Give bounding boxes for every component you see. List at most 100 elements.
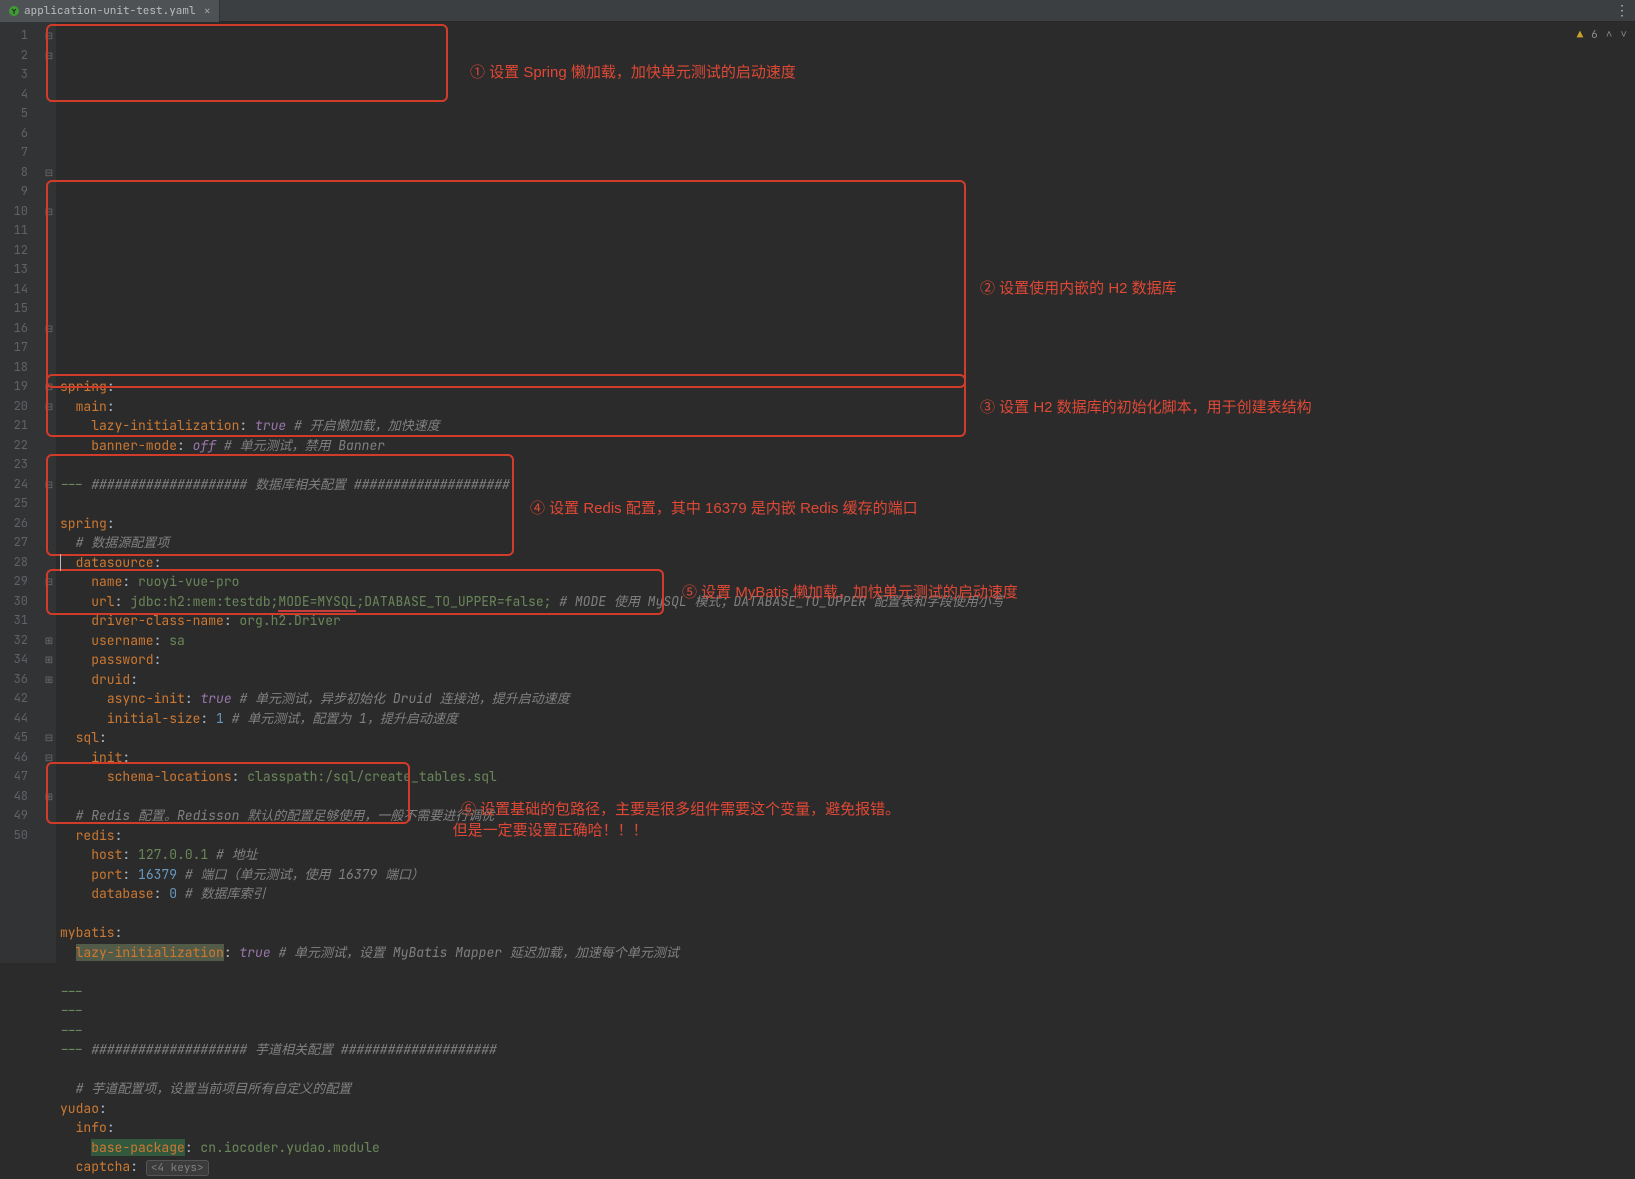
code-line[interactable]: captcha: <4 keys> — [56, 1157, 1635, 1177]
fold-toggle[interactable]: ⊟ — [42, 748, 56, 768]
line-number: 26 — [0, 514, 42, 534]
tab-menu-icon[interactable]: ⋮ — [1609, 2, 1635, 20]
code-line[interactable]: info: — [56, 1118, 1635, 1138]
fold-gutter[interactable]: ⊟⊟⊟⊟⊟⊟⊟⊟⊟⊞⊞⊞⊟⊟⊞ — [42, 22, 56, 963]
fold-toggle[interactable]: ⊟ — [42, 26, 56, 46]
fold-toggle[interactable]: ⊟ — [42, 377, 56, 397]
fold-toggle[interactable]: ⊞ — [42, 631, 56, 651]
fold-toggle — [42, 299, 56, 319]
fold-toggle[interactable]: ⊞ — [42, 787, 56, 807]
line-number: 23 — [0, 455, 42, 475]
code-line[interactable]: --- — [56, 982, 1635, 1002]
code-line[interactable]: host: 127.0.0.1 # 地址 — [56, 845, 1635, 865]
code-line[interactable] — [56, 787, 1635, 807]
code-line[interactable]: driver-class-name: org.h2.Driver — [56, 611, 1635, 631]
code-line[interactable]: --- #################### 芋道相关配置 ########… — [56, 1040, 1635, 1060]
code-line[interactable]: spring: — [56, 514, 1635, 534]
code-line[interactable] — [56, 1060, 1635, 1080]
code-line[interactable]: banner-mode: off # 单元测试，禁用 Banner — [56, 436, 1635, 456]
code-line[interactable] — [56, 904, 1635, 924]
code-line[interactable]: redis: — [56, 826, 1635, 846]
code-line[interactable]: mybatis: — [56, 923, 1635, 943]
fold-toggle — [42, 143, 56, 163]
fold-toggle[interactable]: ⊟ — [42, 319, 56, 339]
fold-toggle[interactable]: ⊞ — [42, 670, 56, 690]
line-number: 20 — [0, 397, 42, 417]
code-line[interactable]: initial-size: 1 # 单元测试，配置为 1，提升启动速度 — [56, 709, 1635, 729]
code-line[interactable] — [56, 455, 1635, 475]
code-line[interactable]: base-package: cn.iocoder.yudao.module — [56, 1138, 1635, 1158]
line-number: 14 — [0, 280, 42, 300]
code-line[interactable]: # 数据源配置项 — [56, 533, 1635, 553]
line-number-gutter: 1234567891011121314151617181920212223242… — [0, 22, 42, 963]
fold-toggle[interactable]: ⊟ — [42, 572, 56, 592]
fold-toggle[interactable]: ⊟ — [42, 46, 56, 66]
code-line[interactable]: --- #################### 数据库相关配置 #######… — [56, 475, 1635, 495]
fold-toggle — [42, 338, 56, 358]
line-number: 36 — [0, 670, 42, 690]
fold-toggle[interactable]: ⊟ — [42, 202, 56, 222]
code-area[interactable]: ① 设置 Spring 懒加载，加快单元测试的启动速度 ② 设置使用内嵌的 H2… — [56, 22, 1635, 963]
code-line[interactable]: port: 16379 # 端口（单元测试，使用 16379 端口） — [56, 865, 1635, 885]
editor-tab[interactable]: application-unit-test.yaml × — [0, 0, 220, 22]
code-line[interactable] — [56, 494, 1635, 514]
fold-toggle — [42, 553, 56, 573]
fold-toggle[interactable]: ⊟ — [42, 475, 56, 495]
code-line[interactable]: async-init: true # 单元测试，异步初始化 Druid 连接池，… — [56, 689, 1635, 709]
code-line[interactable]: password: — [56, 650, 1635, 670]
code-line[interactable]: lazy-initialization: true # 开启懒加载，加快速度 — [56, 416, 1635, 436]
line-number: 34 — [0, 650, 42, 670]
code-line[interactable]: datasource: — [56, 553, 1635, 573]
code-line[interactable]: spring: — [56, 377, 1635, 397]
fold-toggle[interactable]: ⊟ — [42, 728, 56, 748]
line-number: 22 — [0, 436, 42, 456]
code-line[interactable]: database: 0 # 数据库索引 — [56, 884, 1635, 904]
code-line[interactable]: --- — [56, 1021, 1635, 1041]
line-number: 42 — [0, 689, 42, 709]
line-number: 16 — [0, 319, 42, 339]
code-line[interactable]: schema-locations: classpath:/sql/create_… — [56, 767, 1635, 787]
line-number: 7 — [0, 143, 42, 163]
fold-toggle — [42, 85, 56, 105]
code-line[interactable]: druid: — [56, 670, 1635, 690]
fold-toggle — [42, 767, 56, 787]
chevron-up-icon[interactable]: ˄ — [1606, 28, 1613, 42]
close-tab-icon[interactable]: × — [204, 3, 211, 19]
annotation-text-1: ① 设置 Spring 懒加载，加快单元测试的启动速度 — [470, 62, 796, 83]
code-line[interactable]: yudao: — [56, 1099, 1635, 1119]
code-line[interactable]: url: jdbc:h2:mem:testdb;MODE=MYSQL;DATAB… — [56, 592, 1635, 612]
line-number: 8 — [0, 163, 42, 183]
warning-count: 6 — [1591, 28, 1598, 42]
code-line[interactable]: # 芋道配置项，设置当前项目所有自定义的配置 — [56, 1079, 1635, 1099]
fold-placeholder[interactable]: <4 keys> — [146, 1160, 209, 1176]
code-line[interactable]: sql: — [56, 728, 1635, 748]
fold-toggle[interactable]: ⊞ — [42, 650, 56, 670]
line-number: 13 — [0, 260, 42, 280]
line-number: 24 — [0, 475, 42, 495]
chevron-down-icon[interactable]: ˅ — [1620, 28, 1627, 42]
code-line[interactable]: init: — [56, 748, 1635, 768]
annotation-text-2: ② 设置使用内嵌的 H2 数据库 — [980, 278, 1177, 299]
warning-icon: ▲ — [1577, 28, 1584, 42]
line-number: 11 — [0, 221, 42, 241]
fold-toggle[interactable]: ⊟ — [42, 397, 56, 417]
code-line[interactable]: main: — [56, 397, 1635, 417]
line-number: 17 — [0, 338, 42, 358]
line-number: 10 — [0, 202, 42, 222]
fold-toggle[interactable]: ⊟ — [42, 163, 56, 183]
code-line[interactable]: lazy-initialization: true # 单元测试，设置 MyBa… — [56, 943, 1635, 963]
code-line[interactable]: username: sa — [56, 631, 1635, 651]
fold-toggle — [42, 416, 56, 436]
code-line[interactable]: --- — [56, 1001, 1635, 1021]
code-line[interactable] — [56, 962, 1635, 982]
fold-toggle — [42, 806, 56, 826]
line-number: 18 — [0, 358, 42, 378]
line-number: 27 — [0, 533, 42, 553]
code-line[interactable]: name: ruoyi-vue-pro — [56, 572, 1635, 592]
fold-toggle — [42, 455, 56, 475]
editor[interactable]: 1234567891011121314151617181920212223242… — [0, 22, 1635, 963]
inspection-status[interactable]: ▲ 6 ˄ ˅ — [1577, 28, 1627, 42]
tab-filename: application-unit-test.yaml — [24, 4, 196, 18]
line-number: 47 — [0, 767, 42, 787]
code-line[interactable]: # Redis 配置。Redisson 默认的配置足够使用，一般不需要进行调优 — [56, 806, 1635, 826]
